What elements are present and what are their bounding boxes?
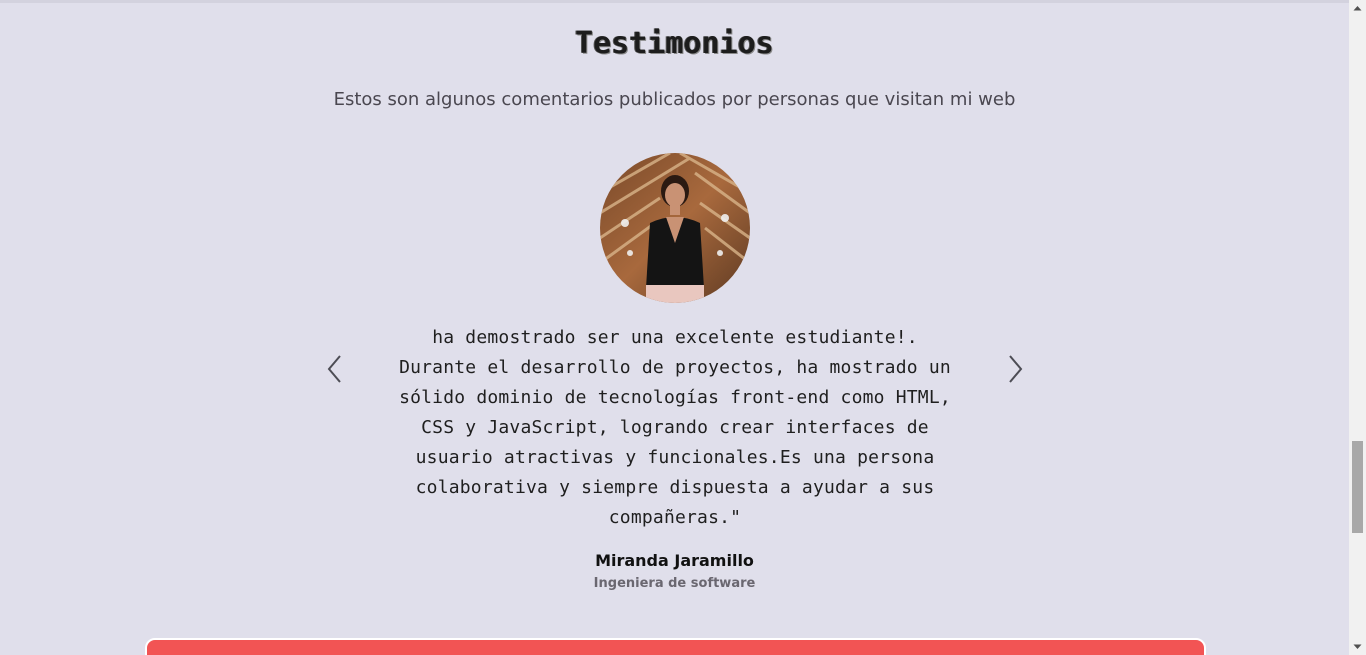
quote-line: usuario atractivas y funcionales.Es una … xyxy=(415,447,935,468)
quote-line: CSS y JavaScript, logrando crear interfa… xyxy=(421,417,929,438)
section-title: Testimonios xyxy=(575,26,774,61)
carousel-prev-button[interactable] xyxy=(320,352,350,386)
quote-line: ha demostrado ser una excelente estudian… xyxy=(432,327,918,348)
page: Testimonios Estos son algunos comentario… xyxy=(0,0,1349,655)
quote-line: colaborativa y siempre dispuesta a ayuda… xyxy=(415,477,935,498)
author-name: Miranda Jaramillo xyxy=(595,551,754,570)
chevron-right-icon xyxy=(1009,355,1023,383)
scroll-down-button[interactable] xyxy=(1349,638,1366,655)
chevron-left-icon xyxy=(327,355,341,383)
carousel-next-button[interactable] xyxy=(1000,352,1030,386)
scrollbar-thumb[interactable] xyxy=(1352,441,1363,533)
section-subtitle: Estos son algunos comentarios publicados… xyxy=(333,89,1016,110)
quote-line: Durante el desarrollo de proyectos, ha m… xyxy=(399,357,951,378)
author-role: Ingeniera de software xyxy=(593,576,756,591)
top-divider xyxy=(0,0,1349,3)
quote-line: sólido dominio de tecnologías front-end … xyxy=(399,387,951,408)
page-scrollbar[interactable] xyxy=(1349,0,1366,655)
quote-line: compañeras." xyxy=(608,507,742,528)
caret-down-icon xyxy=(1353,644,1362,649)
caret-up-icon xyxy=(1353,6,1362,11)
scroll-up-button[interactable] xyxy=(1349,0,1366,17)
next-section-card xyxy=(145,638,1206,655)
testimonial-quote: ha demostrado ser una excelente estudian… xyxy=(394,323,956,533)
avatar xyxy=(600,153,750,303)
